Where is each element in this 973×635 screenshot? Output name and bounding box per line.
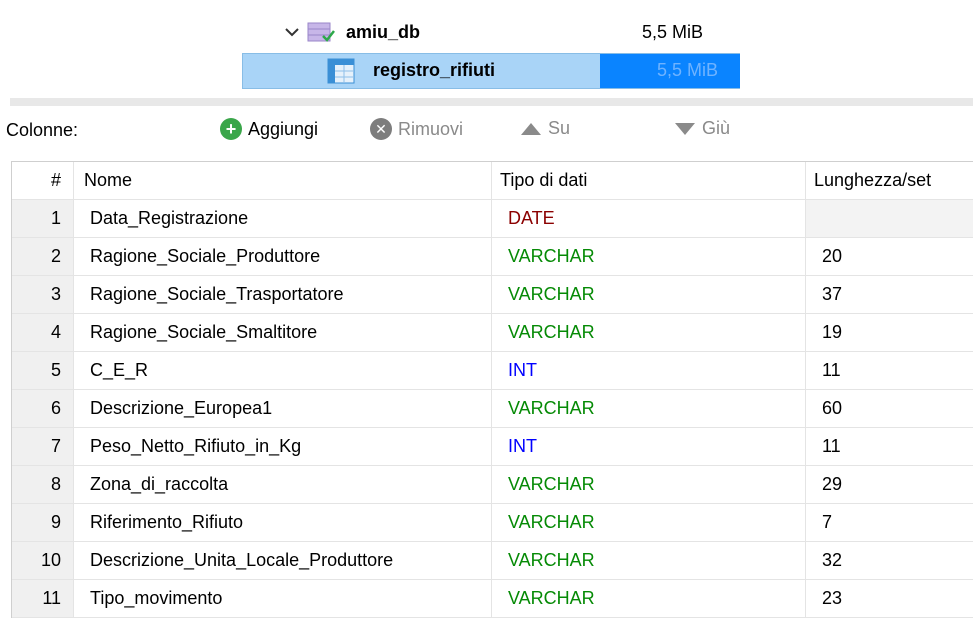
length-cell[interactable]: 29 — [806, 466, 973, 504]
data-type-cell[interactable]: VARCHAR — [492, 466, 806, 504]
column-name-cell[interactable]: Descrizione_Unita_Locale_Produttore — [74, 542, 492, 580]
column-name-cell[interactable]: Data_Registrazione — [74, 200, 492, 238]
close-icon: ✕ — [370, 118, 392, 140]
header-number[interactable]: # — [12, 162, 74, 200]
row-number: 6 — [12, 390, 74, 428]
move-up-button[interactable]: Su — [520, 118, 570, 139]
tree-item-database[interactable]: amiu_db 5,5 MiB — [282, 17, 742, 47]
data-type-cell[interactable]: INT — [492, 352, 806, 390]
length-cell[interactable]: 32 — [806, 542, 973, 580]
length-cell[interactable]: 60 — [806, 390, 973, 428]
add-label: Aggiungi — [248, 118, 319, 139]
table-row[interactable]: 7 Peso_Netto_Rifiuto_in_Kg INT 11 — [12, 428, 973, 466]
up-label: Su — [548, 118, 571, 138]
columns-toolbar: Colonne: + Aggiungi ✕ Rimuovi Su Giù — [0, 112, 973, 150]
plus-icon: + — [220, 118, 242, 140]
tree-item-table[interactable]: registro_rifiuti 5,5 MiB — [242, 53, 740, 89]
length-cell[interactable]: 19 — [806, 314, 973, 352]
length-cell[interactable]: 23 — [806, 580, 973, 618]
database-check-icon — [307, 22, 335, 42]
column-name-cell[interactable]: Zona_di_raccolta — [74, 466, 492, 504]
table-grid-icon — [327, 58, 355, 84]
table-row[interactable]: 6 Descrizione_Europea1 VARCHAR 60 — [12, 390, 973, 428]
column-name-cell[interactable]: C_E_R — [74, 352, 492, 390]
column-name-cell[interactable]: Riferimento_Rifiuto — [74, 504, 492, 542]
table-row[interactable]: 3 Ragione_Sociale_Trasportatore VARCHAR 37 — [12, 276, 973, 314]
length-cell[interactable]: 37 — [806, 276, 973, 314]
column-name-cell[interactable]: Descrizione_Europea1 — [74, 390, 492, 428]
table-name: registro_rifiuti — [373, 60, 496, 80]
columns-grid[interactable]: # Nome Tipo di dati Lunghezza/set 1 Data_… — [11, 161, 973, 618]
data-type-cell[interactable]: INT — [492, 428, 806, 466]
header-name[interactable]: Nome — [74, 162, 492, 200]
row-number: 11 — [12, 580, 74, 618]
remove-label: Rimuovi — [398, 118, 464, 139]
column-name-cell[interactable]: Ragione_Sociale_Smaltitore — [74, 314, 492, 352]
table-row[interactable]: 10 Descrizione_Unita_Locale_Produttore VAR… — [12, 542, 973, 580]
triangle-down-icon — [675, 122, 695, 135]
data-type-cell[interactable]: VARCHAR — [492, 542, 806, 580]
length-cell[interactable]: 11 — [806, 428, 973, 466]
column-name-cell[interactable]: Ragione_Sociale_Trasportatore — [74, 276, 492, 314]
row-number: 7 — [12, 428, 74, 466]
data-type-cell[interactable]: VARCHAR — [492, 390, 806, 428]
data-type-cell[interactable]: VARCHAR — [492, 580, 806, 618]
grid-body: 1 Data_Registrazione DATE 2 Ragione_Sociale_… — [12, 200, 973, 618]
row-number: 9 — [12, 504, 74, 542]
row-number: 8 — [12, 466, 74, 504]
column-name-cell[interactable]: Tipo_movimento — [74, 580, 492, 618]
chevron-down-icon[interactable] — [282, 22, 302, 42]
column-name-cell[interactable]: Ragione_Sociale_Produttore — [74, 238, 492, 276]
remove-column-button[interactable]: ✕ Rimuovi — [370, 118, 463, 140]
database-size: 5,5 MiB — [642, 21, 704, 42]
length-cell[interactable]: 20 — [806, 238, 973, 276]
data-type-cell[interactable]: VARCHAR — [492, 504, 806, 542]
length-cell[interactable] — [806, 200, 973, 238]
grid-header-row: # Nome Tipo di dati Lunghezza/set — [12, 162, 973, 200]
data-type-cell[interactable]: VARCHAR — [492, 238, 806, 276]
data-type-cell[interactable]: VARCHAR — [492, 314, 806, 352]
data-type-cell[interactable]: VARCHAR — [492, 276, 806, 314]
table-row[interactable]: 11 Tipo_movimento VARCHAR 23 — [12, 580, 973, 618]
table-row[interactable]: 4 Ragione_Sociale_Smaltitore VARCHAR 19 — [12, 314, 973, 352]
move-down-button[interactable]: Giù — [674, 118, 730, 139]
header-type[interactable]: Tipo di dati — [492, 162, 806, 200]
row-number: 5 — [12, 352, 74, 390]
length-cell[interactable]: 7 — [806, 504, 973, 542]
table-size: 5,5 MiB — [657, 60, 719, 80]
table-row[interactable]: 9 Riferimento_Rifiuto VARCHAR 7 — [12, 504, 973, 542]
down-label: Giù — [702, 118, 731, 138]
length-cell[interactable]: 11 — [806, 352, 973, 390]
column-name-cell[interactable]: Peso_Netto_Rifiuto_in_Kg — [74, 428, 492, 466]
row-number: 3 — [12, 276, 74, 314]
table-row[interactable]: 2 Ragione_Sociale_Produttore VARCHAR 20 — [12, 238, 973, 276]
header-length[interactable]: Lunghezza/set — [806, 162, 973, 200]
row-number: 2 — [12, 238, 74, 276]
row-number: 10 — [12, 542, 74, 580]
table-row[interactable]: 1 Data_Registrazione DATE — [12, 200, 973, 238]
row-number: 4 — [12, 314, 74, 352]
add-column-button[interactable]: + Aggiungi — [220, 118, 318, 140]
row-number: 1 — [12, 200, 74, 238]
table-row[interactable]: 5 C_E_R INT 11 — [12, 352, 973, 390]
table-row[interactable]: 8 Zona_di_raccolta VARCHAR 29 — [12, 466, 973, 504]
panel-divider[interactable] — [10, 98, 973, 106]
database-name: amiu_db — [346, 21, 421, 42]
triangle-up-icon — [521, 122, 541, 135]
columns-label: Colonne: — [6, 120, 79, 140]
data-type-cell[interactable]: DATE — [492, 200, 806, 238]
